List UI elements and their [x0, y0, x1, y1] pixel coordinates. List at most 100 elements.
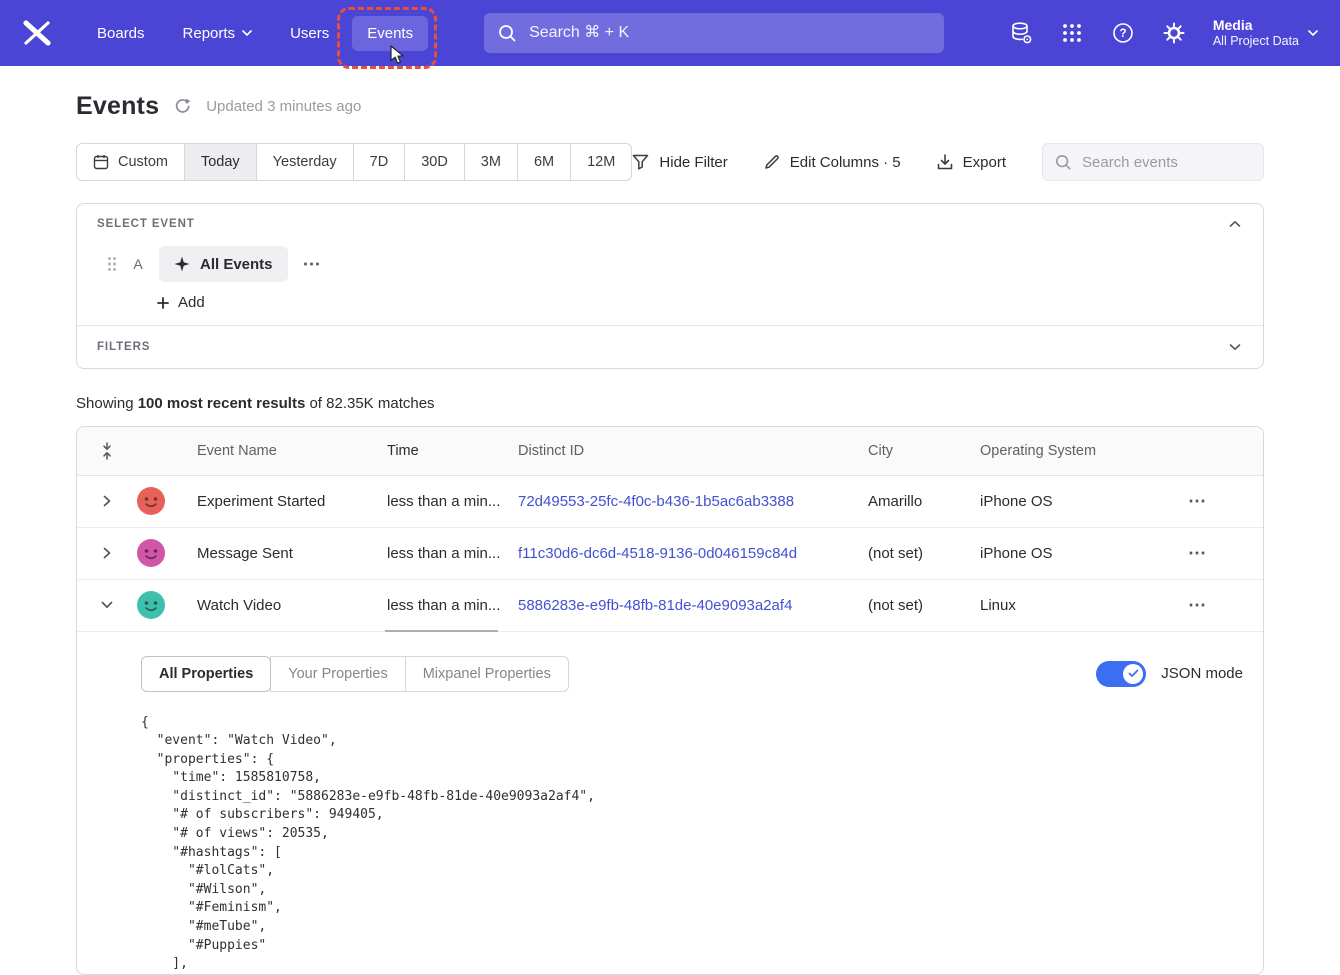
date-btn-custom[interactable]: Custom [76, 143, 185, 181]
event-row-letter: A [132, 256, 144, 272]
date-btn-yesterday[interactable]: Yesterday [256, 143, 354, 181]
select-event-label: SELECT EVENT [97, 218, 195, 230]
json-properties-view: { "event": "Watch Video", "properties": … [141, 714, 1243, 974]
mixpanel-logo[interactable] [22, 20, 52, 46]
calendar-icon [93, 154, 109, 170]
apps-grid-icon[interactable] [1060, 21, 1084, 45]
hide-filter-label: Hide Filter [659, 154, 727, 171]
time-cell: less than a min... [387, 597, 518, 614]
top-navbar: Boards Reports Users Events [0, 0, 1340, 66]
collapse-section-button[interactable] [1227, 218, 1243, 230]
chevron-down-icon [1308, 30, 1318, 36]
nav-item-events[interactable]: Events [352, 16, 428, 51]
chevron-right-icon [103, 495, 111, 507]
expand-filters-button[interactable] [1227, 341, 1243, 353]
event-name-cell: Experiment Started [197, 493, 387, 510]
svg-text:?: ? [1119, 28, 1126, 40]
event-row-more-button[interactable]: ⋯ [303, 255, 322, 273]
os-cell: Linux [980, 597, 1180, 614]
nav-item-users[interactable]: Users [275, 16, 344, 51]
time-cell: less than a min... [387, 545, 518, 562]
download-icon [937, 154, 953, 171]
column-header-event-name[interactable]: Event Name [197, 443, 387, 459]
distinct-id-link[interactable]: f11c30d6-dc6d-4518-9136-0d046159c84d [518, 545, 797, 562]
avatar [137, 539, 165, 567]
json-mode-label: JSON mode [1161, 665, 1243, 682]
date-btn-6m[interactable]: 6M [517, 143, 571, 181]
expand-row-button[interactable] [99, 543, 115, 563]
collapse-row-button[interactable] [97, 597, 117, 613]
toolbar: Custom Today Yesterday 7D 30D 3M 6M 12M … [76, 143, 1264, 181]
navbar-right-cluster: ? Media All Project D [1009, 17, 1318, 49]
date-btn-3m[interactable]: 3M [464, 143, 518, 181]
help-icon[interactable]: ? [1111, 21, 1135, 45]
chevron-right-icon [103, 547, 111, 559]
chevron-down-icon [1229, 343, 1241, 351]
event-selector-chip[interactable]: All Events [159, 246, 288, 282]
date-btn-7d[interactable]: 7D [353, 143, 406, 181]
column-header-os[interactable]: Operating System [980, 443, 1180, 459]
tab-mixpanel-properties[interactable]: Mixpanel Properties [405, 656, 569, 692]
filters-label: FILTERS [97, 341, 150, 353]
search-events-input[interactable] [1080, 153, 1251, 172]
chevron-down-icon [101, 601, 113, 609]
date-btn-30d[interactable]: 30D [404, 143, 465, 181]
distinct-id-link[interactable]: 72d49553-25fc-4f0c-b436-1b5ac6ab3388 [518, 493, 794, 510]
hide-filter-button[interactable]: Hide Filter [632, 154, 727, 171]
table-row[interactable]: Experiment Started less than a min... 72… [77, 476, 1263, 528]
project-switcher[interactable]: Media All Project Data [1213, 17, 1318, 49]
project-name: Media [1213, 17, 1299, 34]
filters-section[interactable]: FILTERS [77, 326, 1263, 368]
properties-tab-group: All Properties Your Properties Mixpanel … [141, 656, 569, 692]
toolbar-right: Hide Filter Edit Columns · 5 Export [632, 143, 1264, 181]
nav-item-reports-label: Reports [183, 25, 236, 42]
export-button[interactable]: Export [937, 154, 1006, 171]
table-header: Event Name Time Distinct ID City Operati… [77, 427, 1263, 476]
city-cell: (not set) [868, 545, 980, 562]
column-header-city[interactable]: City [868, 443, 980, 459]
json-mode-toggle[interactable] [1096, 661, 1146, 687]
edit-columns-button[interactable]: Edit Columns · 5 [764, 154, 901, 171]
row-more-button[interactable]: ⋯ [1188, 492, 1207, 510]
date-btn-12m[interactable]: 12M [570, 143, 632, 181]
tab-all-properties[interactable]: All Properties [141, 656, 271, 692]
column-header-time[interactable]: Time [387, 443, 518, 459]
city-cell: Amarillo [868, 493, 980, 510]
avatar [137, 487, 165, 515]
nav-item-reports[interactable]: Reports [168, 16, 268, 51]
results-summary: Showing 100 most recent results of 82.35… [76, 395, 1264, 412]
column-header-distinct-id[interactable]: Distinct ID [518, 443, 868, 459]
collapse-all-rows-button[interactable] [96, 438, 118, 464]
row-more-button[interactable]: ⋯ [1188, 544, 1207, 562]
collapse-all-icon [100, 442, 114, 460]
search-icon [1055, 154, 1071, 170]
tab-your-properties[interactable]: Your Properties [270, 656, 405, 692]
table-row[interactable]: Watch Video less than a min... 5886283e-… [77, 580, 1263, 632]
expand-row-button[interactable] [99, 491, 115, 511]
date-btn-today[interactable]: Today [184, 143, 257, 181]
project-subtitle: All Project Data [1213, 34, 1299, 49]
distinct-id-link[interactable]: 5886283e-e9fb-48fb-81de-40e9093a2af4 [518, 597, 792, 614]
nav-item-boards[interactable]: Boards [82, 16, 160, 51]
date-btn-custom-label: Custom [118, 154, 168, 170]
settings-gear-icon[interactable] [1162, 21, 1186, 45]
global-search[interactable] [484, 13, 944, 53]
date-range-group: Custom Today Yesterday 7D 30D 3M 6M 12M [76, 143, 632, 181]
toggle-knob [1123, 664, 1143, 684]
add-event-button[interactable]: Add [157, 294, 205, 311]
refresh-button[interactable] [174, 98, 191, 115]
data-management-icon[interactable] [1009, 21, 1033, 45]
chevron-up-icon [1229, 220, 1241, 228]
all-events-sparkle-icon [174, 256, 190, 272]
scroll-indicator [385, 630, 498, 632]
drag-handle-icon[interactable] [107, 256, 117, 272]
export-label: Export [963, 154, 1006, 171]
plus-icon [157, 297, 169, 309]
table-row[interactable]: Message Sent less than a min... f11c30d6… [77, 528, 1263, 580]
event-name-cell: Watch Video [197, 597, 387, 614]
search-events-box[interactable] [1042, 143, 1264, 181]
add-event-label: Add [178, 294, 205, 311]
row-more-button[interactable]: ⋯ [1188, 596, 1207, 614]
global-search-input[interactable] [527, 23, 930, 43]
results-count: 100 most recent results [138, 395, 306, 412]
